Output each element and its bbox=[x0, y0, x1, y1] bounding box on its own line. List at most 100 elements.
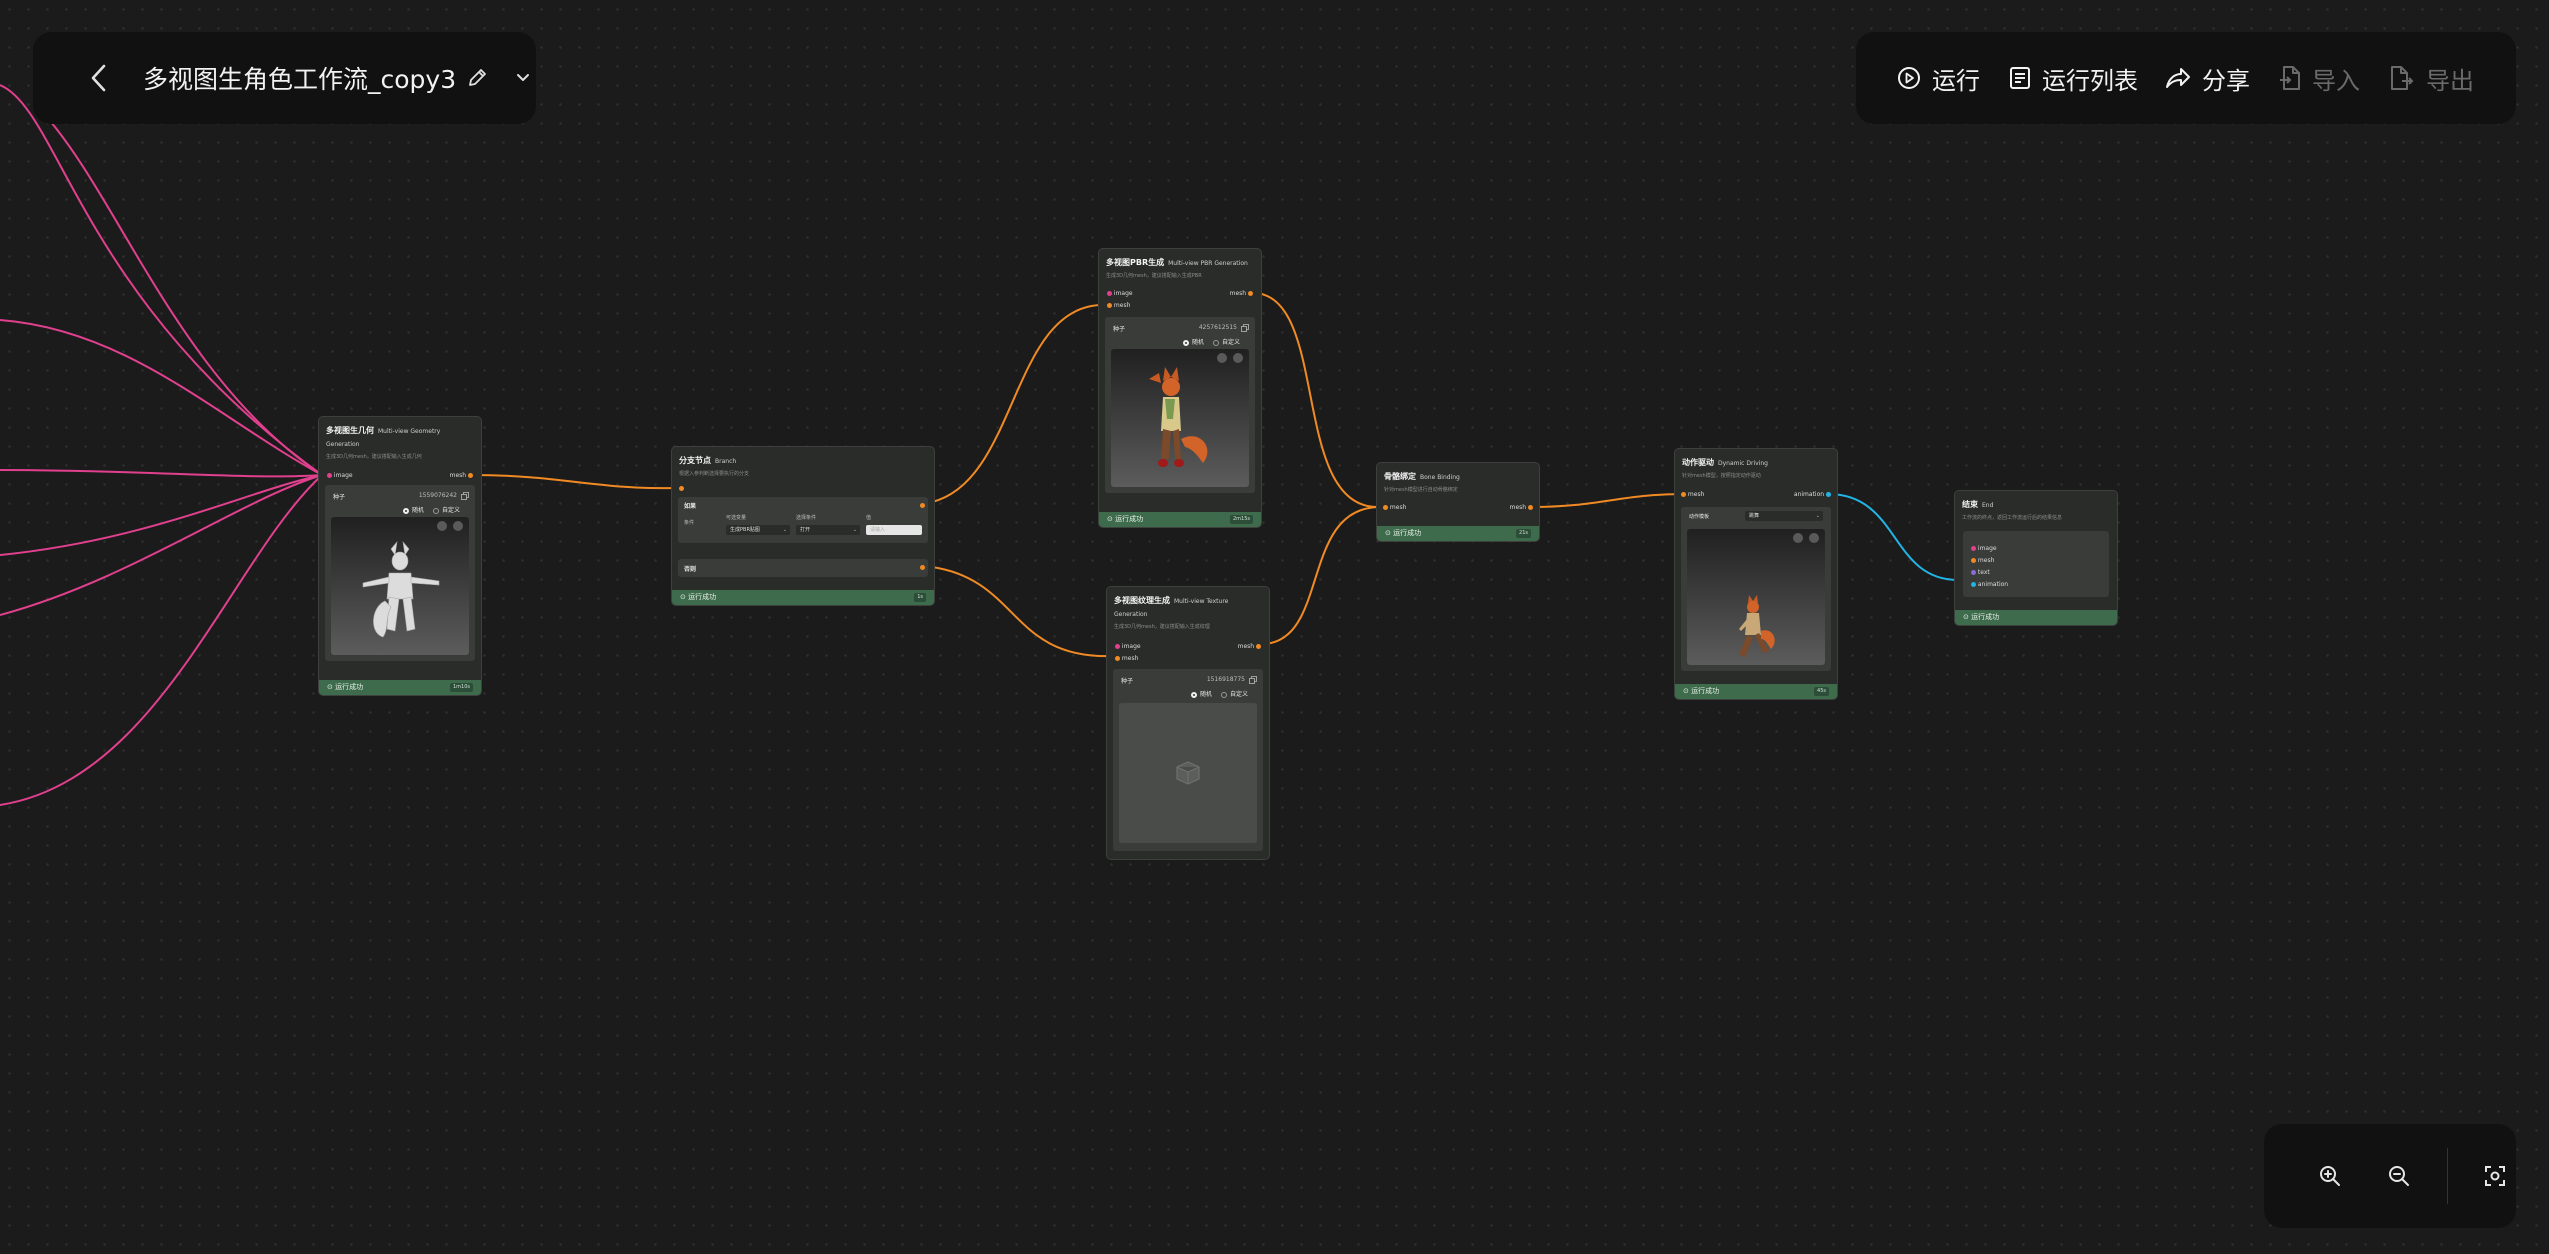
option-select[interactable]: 生成PBR贴图 ⌄ bbox=[726, 525, 790, 535]
run-button[interactable]: 运行 bbox=[1896, 61, 1980, 96]
node-title: 骨骼绑定 Bone Binding bbox=[1384, 471, 1532, 484]
input-port-image[interactable]: image bbox=[1115, 643, 1141, 651]
zoom-out-button[interactable] bbox=[2379, 1156, 2419, 1196]
select-value: 生成PBR贴图 bbox=[730, 527, 760, 533]
port-label: animation bbox=[1793, 491, 1825, 498]
export-label: 导出 bbox=[2426, 66, 2474, 95]
copy-icon[interactable] bbox=[461, 492, 469, 500]
chevron-down-icon: ⌄ bbox=[852, 527, 857, 533]
input-port-mesh[interactable]: mesh bbox=[1681, 491, 1704, 499]
radio-random[interactable]: 随机 bbox=[403, 505, 424, 514]
output-port-mesh[interactable]: mesh bbox=[1510, 504, 1533, 512]
preview-control-icon[interactable] bbox=[453, 521, 463, 531]
wire-bone-driving bbox=[1531, 493, 1685, 508]
port-dot bbox=[1528, 505, 1533, 510]
node-dynamic-driving[interactable]: 动作驱动 Dynamic Driving 针对mesh模型，按照指定动作驱动 me… bbox=[1674, 448, 1838, 700]
back-button[interactable] bbox=[75, 54, 123, 102]
node-end[interactable]: 结束 End 工作流的终点，返回工作流运行后的结果信息 image mesh te… bbox=[1954, 490, 2118, 626]
wire-driving-end bbox=[1827, 493, 1959, 581]
output-port-animation[interactable]: animation bbox=[1794, 491, 1831, 499]
input-port[interactable] bbox=[679, 485, 684, 493]
model-preview[interactable] bbox=[331, 517, 469, 655]
node-geometry[interactable]: 多视图生几何 Multi-view Geometry Generation 生成3… bbox=[318, 416, 482, 696]
share-button[interactable]: 分享 bbox=[2164, 61, 2250, 96]
node-title-en: Bone Binding bbox=[1420, 474, 1460, 481]
node-title: 分支节点 Branch bbox=[679, 455, 927, 468]
copy-icon[interactable] bbox=[1241, 324, 1249, 332]
node-title-cn: 多视图纹理生成 bbox=[1114, 596, 1170, 605]
node-desc: 针对mesh模型进行自动骨骼绑定 bbox=[1384, 487, 1458, 493]
radio-random[interactable]: 随机 bbox=[1191, 689, 1212, 698]
cube-placeholder-icon bbox=[1176, 761, 1200, 785]
port-label: image bbox=[1113, 290, 1133, 297]
preview-control-icon[interactable] bbox=[1233, 353, 1243, 363]
preview-control-icon[interactable] bbox=[1793, 533, 1803, 543]
port-dot bbox=[1971, 570, 1976, 575]
value-input[interactable]: 请输入 bbox=[866, 525, 922, 535]
preview-control-icon[interactable] bbox=[1809, 533, 1819, 543]
port-dot bbox=[468, 473, 473, 478]
run-list-button[interactable]: 运行列表 bbox=[2008, 61, 2138, 96]
node-pbr[interactable]: 多视图PBR生成 Multi-view PBR Generation 生成3D几何… bbox=[1098, 248, 1262, 528]
status-text: 运行成功 bbox=[1393, 529, 1422, 537]
value-placeholder: 请输入 bbox=[870, 527, 886, 533]
input-port-image[interactable]: image bbox=[1107, 290, 1133, 298]
action-select[interactable]: 跳舞 ⌄ bbox=[1745, 511, 1823, 521]
copy-icon[interactable] bbox=[1249, 676, 1257, 684]
radio-custom[interactable]: 自定义 bbox=[1213, 337, 1240, 346]
port-label: mesh bbox=[1509, 504, 1527, 511]
import-label: 导入 bbox=[2312, 66, 2360, 95]
port-label: mesh bbox=[1389, 504, 1407, 511]
file-export-icon bbox=[2391, 66, 2414, 90]
status-bar: ⊙ 运行成功 45s bbox=[1675, 684, 1837, 699]
character-model-icon bbox=[1739, 595, 1775, 657]
edit-title-button[interactable] bbox=[466, 67, 488, 89]
output-item-text: text bbox=[1971, 569, 1990, 577]
radio-custom[interactable]: 自定义 bbox=[1221, 689, 1248, 698]
output-port-mesh[interactable]: mesh bbox=[1238, 643, 1261, 651]
port-dot bbox=[1115, 644, 1120, 649]
radio-circle bbox=[1213, 339, 1219, 346]
select-value: 打开 bbox=[800, 527, 811, 533]
else-output-port[interactable] bbox=[920, 565, 925, 570]
title-dropdown-button[interactable] bbox=[514, 69, 532, 87]
export-button[interactable]: 导出 bbox=[2388, 61, 2474, 96]
radio-custom[interactable]: 自定义 bbox=[433, 505, 460, 514]
status-bar: ⊙ 运行成功 1s bbox=[672, 590, 934, 605]
run-label: 运行 bbox=[1932, 66, 1980, 95]
input-port-image[interactable]: image bbox=[327, 472, 353, 480]
input-port-mesh[interactable]: mesh bbox=[1383, 504, 1406, 512]
port-label: mesh bbox=[1113, 302, 1131, 309]
model-preview[interactable] bbox=[1111, 349, 1249, 487]
preview-control-icon[interactable] bbox=[437, 521, 447, 531]
node-branch[interactable]: 分支节点 Branch 根据入参判断选择要执行的分支 如果 条件 可选变量 选择条… bbox=[671, 446, 935, 606]
input-port-mesh[interactable]: mesh bbox=[1115, 655, 1138, 663]
animation-preview[interactable] bbox=[1687, 529, 1825, 665]
fit-view-button[interactable] bbox=[2475, 1156, 2515, 1196]
output-port-mesh[interactable]: mesh bbox=[450, 472, 473, 480]
node-texture[interactable]: 多视图纹理生成 Multi-view Texture Generation 生成3… bbox=[1106, 586, 1270, 860]
node-desc: 生成3D几何mesh，建议搭配输入生成几何 bbox=[326, 454, 422, 460]
action-panel: 动作模板 跳舞 ⌄ bbox=[1681, 507, 1831, 671]
play-circle-icon bbox=[1898, 67, 1920, 89]
if-output-port[interactable] bbox=[920, 503, 925, 508]
condition-select[interactable]: 打开 ⌄ bbox=[796, 525, 860, 535]
port-dot bbox=[1383, 505, 1388, 510]
radio-random[interactable]: 随机 bbox=[1183, 337, 1204, 346]
node-bone-binding[interactable]: 骨骼绑定 Bone Binding 针对mesh模型进行自动骨骼绑定 mesh m… bbox=[1376, 462, 1540, 542]
node-desc: 工作流的终点，返回工作流运行后的结果信息 bbox=[1962, 515, 2063, 521]
port-dot bbox=[327, 473, 332, 478]
status-text: 运行成功 bbox=[335, 683, 364, 691]
input-port-mesh[interactable]: mesh bbox=[1107, 302, 1130, 310]
list-icon bbox=[2010, 67, 2030, 89]
radio-label: 自定义 bbox=[1222, 339, 1241, 346]
zoom-in-button[interactable] bbox=[2310, 1156, 2350, 1196]
wire-input-3 bbox=[0, 319, 323, 476]
wire-geometry-branch bbox=[471, 474, 677, 490]
if-label: 如果 bbox=[684, 503, 697, 510]
node-desc: 针对mesh模型，按照指定动作驱动 bbox=[1682, 473, 1761, 479]
zoom-divider bbox=[2447, 1148, 2448, 1204]
model-preview-empty[interactable] bbox=[1119, 703, 1257, 843]
output-port-mesh[interactable]: mesh bbox=[1230, 290, 1253, 298]
import-button[interactable]: 导入 bbox=[2278, 61, 2360, 96]
